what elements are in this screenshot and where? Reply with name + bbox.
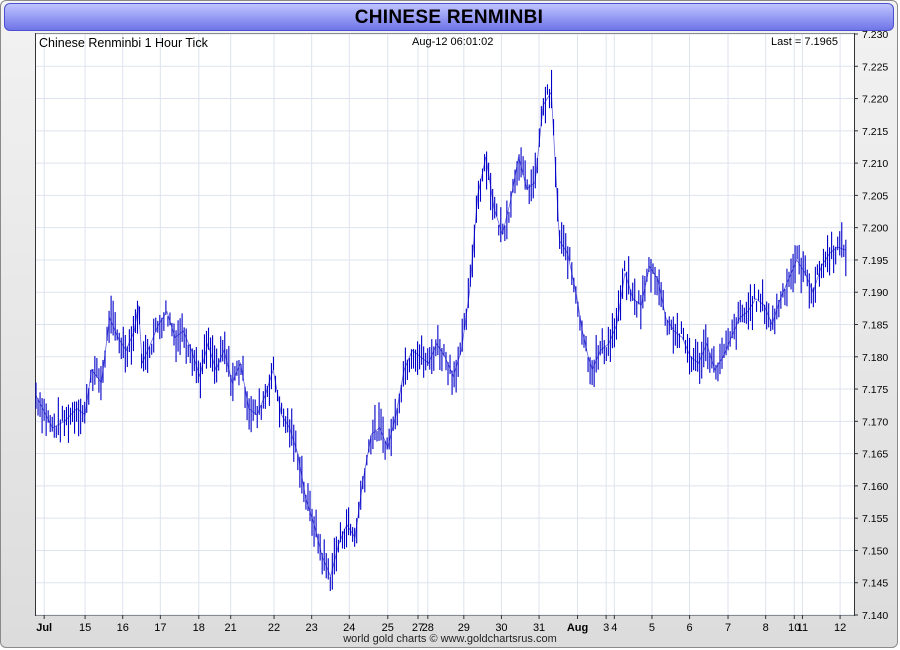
y-tick-label: 7.140 — [862, 610, 888, 622]
y-tick-label: 7.210 — [862, 158, 888, 170]
y-tick-label: 7.205 — [862, 190, 888, 202]
y-tick-label: 7.165 — [862, 449, 888, 461]
y-tick-label: 7.195 — [862, 255, 888, 267]
y-tick-label: 7.185 — [862, 320, 888, 332]
y-tick-label: 7.190 — [862, 287, 888, 299]
y-tick-label: 7.175 — [862, 384, 888, 396]
chart-svg: 7.140 7.145 7.150 7.155 7.160 7.165 7.170 7.175… — [35, 29, 888, 634]
y-tick-label: 7.145 — [862, 578, 888, 590]
y-tick-label: 7.230 — [862, 29, 888, 41]
price-line — [35, 90, 846, 578]
timestamp: Aug-12 06:01:02 — [412, 36, 494, 48]
y-tick-label: 7.200 — [862, 223, 888, 235]
y-tick-label: 7.225 — [862, 61, 888, 73]
y-tick-label: 7.170 — [862, 416, 888, 428]
y-tick-label: 7.220 — [862, 94, 888, 106]
y-tick-label: 7.155 — [862, 513, 888, 525]
y-tick-label: 7.180 — [862, 352, 888, 364]
y-tick-label: 7.215 — [862, 126, 888, 138]
y-tick-label: 7.150 — [862, 545, 888, 557]
chart-subtitle: Chinese Renminbi 1 Hour Tick — [39, 36, 208, 50]
y-tick-label: 7.160 — [862, 481, 888, 493]
footer-credit: world gold charts © www.goldchartsrus.co… — [343, 633, 557, 645]
last-value: Last = 7.1965 — [771, 36, 838, 48]
